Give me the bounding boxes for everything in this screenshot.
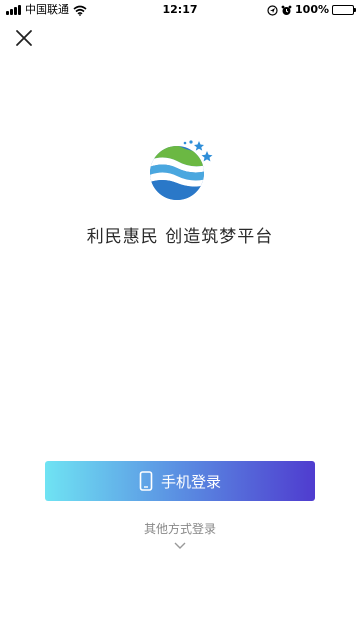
alarm-icon <box>281 5 292 15</box>
phone-login-label: 手机登录 <box>160 472 221 491</box>
status-right: 100% <box>267 3 356 17</box>
location-icon <box>267 4 278 16</box>
status-bar: 中国联通 12:17 100% <box>0 0 360 20</box>
phone-login-button[interactable]: 手机登录 <box>45 461 315 501</box>
battery-icon <box>332 5 356 15</box>
chevron-down-icon[interactable] <box>173 540 187 550</box>
slogan-text: 利民惠民 创造筑梦平台 <box>86 227 274 247</box>
app-logo <box>150 140 213 200</box>
other-login-link[interactable]: 其他方式登录 <box>0 520 360 537</box>
close-icon[interactable] <box>12 26 36 50</box>
phone-icon <box>139 471 153 491</box>
battery-percent: 100% <box>295 3 329 16</box>
